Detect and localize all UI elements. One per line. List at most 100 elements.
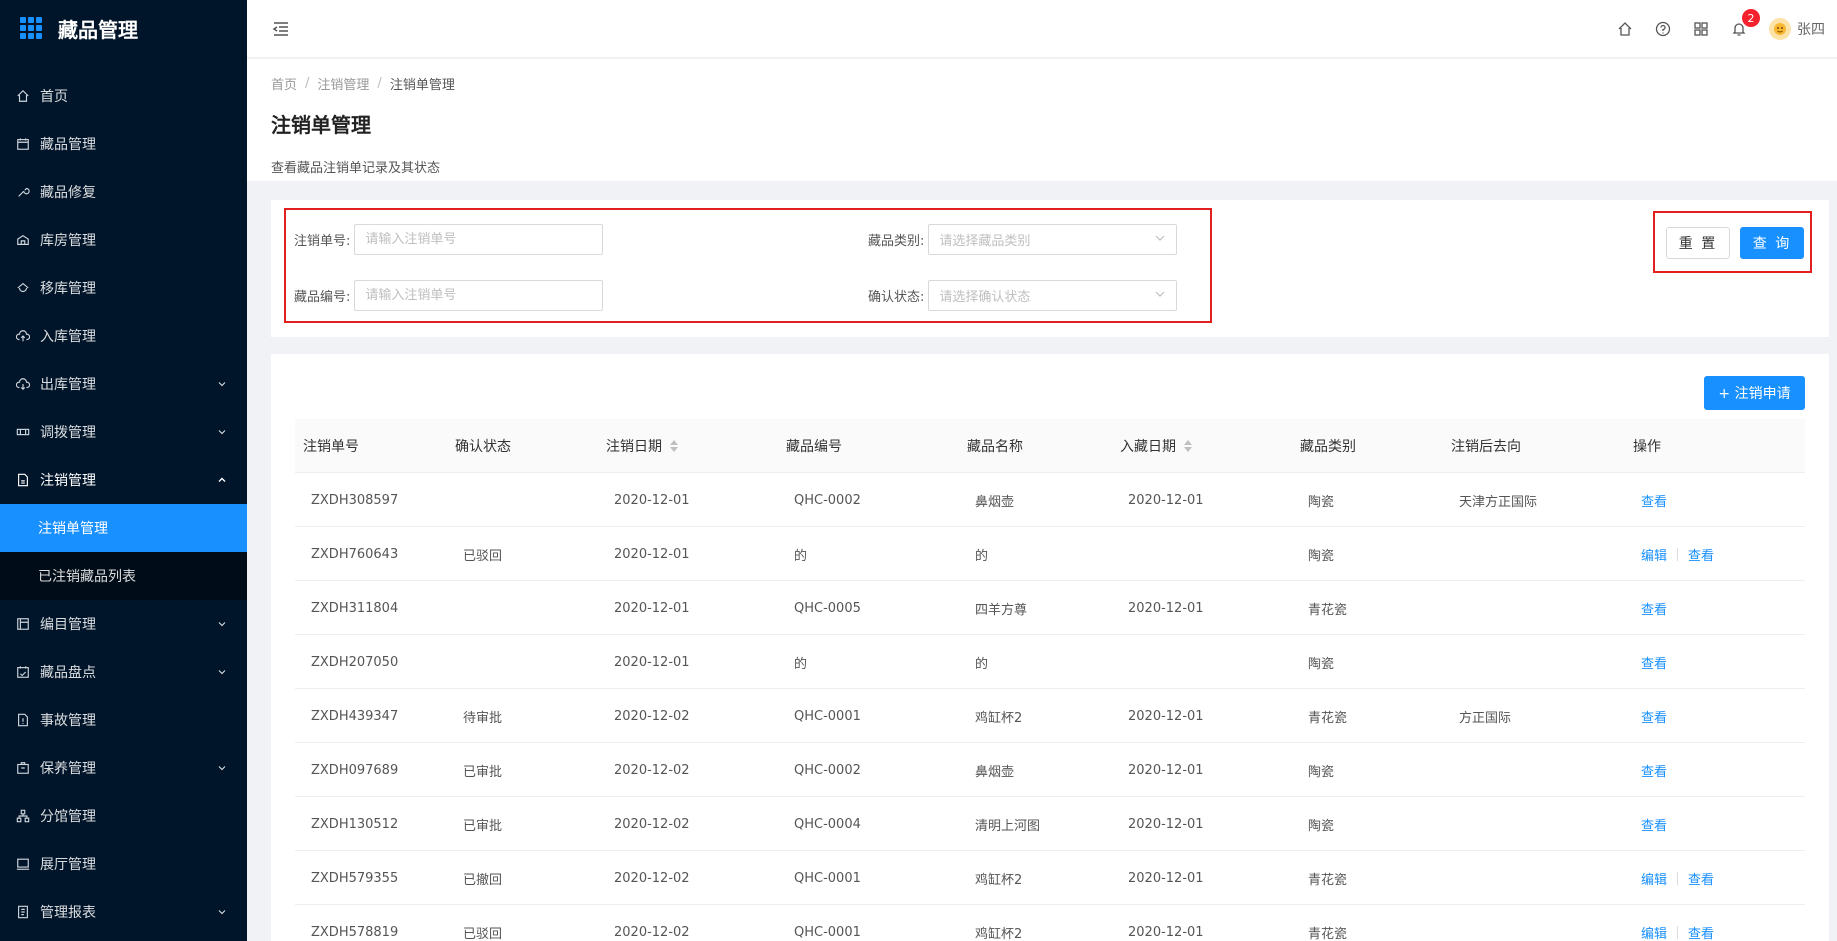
view-link[interactable]: 查看: [1688, 869, 1714, 888]
home-icon: [16, 89, 30, 103]
edit-link[interactable]: 编辑: [1641, 923, 1667, 941]
sidebar-item-maintenance[interactable]: 保养管理: [0, 744, 247, 792]
table-row: ZXDH311804 2020-12-01 QHC-0005 四羊方尊 2020…: [295, 581, 1805, 635]
view-link[interactable]: 查看: [1688, 545, 1714, 564]
view-link[interactable]: 查看: [1641, 653, 1667, 672]
sidebar-item-label: 藏品盘点: [40, 665, 96, 681]
logo[interactable]: 藏品管理: [0, 0, 247, 56]
wrench-icon: [16, 185, 30, 199]
query-button[interactable]: 查 询: [1740, 227, 1804, 259]
view-link[interactable]: 查看: [1641, 707, 1667, 726]
view-link[interactable]: 查看: [1641, 491, 1667, 510]
column-header: 藏品类别: [1300, 438, 1356, 455]
cell-category: 青花瓷: [1308, 710, 1348, 726]
sidebar-item-warehouse[interactable]: 库房管理: [0, 216, 247, 264]
cell-name: 的: [975, 656, 989, 672]
item-no-input[interactable]: [354, 280, 604, 311]
add-cancellation-button[interactable]: + 注销申请: [1704, 376, 1805, 410]
view-link[interactable]: 查看: [1641, 815, 1667, 834]
sidebar-item-cancelled-items[interactable]: 已注销藏品列表: [0, 552, 247, 600]
cell-entry-date: 2020-12-01: [1128, 492, 1204, 508]
sidebar-item-collections[interactable]: 藏品管理: [0, 120, 247, 168]
cell-category: 青花瓷: [1308, 872, 1348, 888]
cell-entry-date: 2020-12-01: [1128, 924, 1204, 940]
avatar[interactable]: [1769, 18, 1791, 40]
sidebar-item-inventory[interactable]: 藏品盘点: [0, 648, 247, 696]
sidebar-item-label: 编目管理: [40, 617, 96, 633]
sidebar-item-reports[interactable]: 管理报表: [0, 888, 247, 936]
breadcrumb-item[interactable]: 首页: [271, 74, 297, 93]
category-label: 藏品类别:: [868, 234, 925, 249]
table-card: + 注销申请 注销单号 确认状态 注销日期 藏品编号 藏品名称 入藏日期 藏品类…: [271, 354, 1829, 941]
view-link[interactable]: 查看: [1641, 599, 1667, 618]
breadcrumb-item[interactable]: 注销管理: [317, 74, 369, 93]
cell-item-no: 的: [794, 548, 808, 564]
sidebar-item-outbound[interactable]: 出库管理: [0, 360, 247, 408]
user-name[interactable]: 张四: [1797, 19, 1825, 39]
order-no-input[interactable]: [354, 224, 604, 255]
reset-button[interactable]: 重 置: [1666, 227, 1730, 259]
bell-icon[interactable]: 2: [1731, 8, 1761, 37]
cloud-download-icon: [16, 377, 30, 391]
column-header-sortable[interactable]: 注销日期: [606, 436, 678, 456]
view-link[interactable]: 查看: [1641, 761, 1667, 780]
cell-name: 的: [975, 548, 989, 564]
cell-entry-date: 2020-12-01: [1128, 600, 1204, 616]
sidebar-item-label: 移库管理: [40, 281, 96, 297]
cell-destination: 天津方正国际: [1459, 494, 1538, 510]
sidebar-item-label: 调拨管理: [40, 425, 96, 441]
cell-name: 鼻烟壶: [975, 764, 1015, 780]
table-header: 注销单号 确认状态 注销日期 藏品编号 藏品名称 入藏日期 藏品类别 注销后去向…: [295, 419, 1805, 473]
sidebar-item-incident[interactable]: 事故管理: [0, 696, 247, 744]
cell-order-no: ZXDH439347: [311, 708, 399, 724]
sort-icon[interactable]: [670, 439, 678, 452]
chevron-down-icon: [217, 619, 227, 629]
column-header: 操作: [1633, 438, 1661, 455]
sidebar-item-repair[interactable]: 藏品修复: [0, 168, 247, 216]
sidebar-item-exhibition[interactable]: 展厅管理: [0, 840, 247, 888]
cancellation-submenu: 注销单管理 已注销藏品列表: [0, 504, 247, 600]
app-title: 藏品管理: [58, 17, 138, 42]
cell-category: 青花瓷: [1308, 602, 1348, 618]
sidebar-item-branch[interactable]: 分馆管理: [0, 792, 247, 840]
category-select[interactable]: 请选择藏品类别: [928, 224, 1178, 255]
sidebar-item-label: 事故管理: [40, 713, 96, 729]
chevron-up-icon: [217, 475, 227, 485]
apps-icon[interactable]: [1693, 21, 1709, 37]
move-icon: [16, 281, 30, 295]
sidebar-menu: 首页 藏品管理 藏品修复 库房管理 移库管理 入库管理 出库管理 调拨管理 注销…: [0, 72, 247, 936]
sort-icon[interactable]: [1184, 439, 1192, 452]
chevron-down-icon: [1154, 232, 1166, 248]
monitor-icon: [16, 857, 30, 871]
column-header: 藏品名称: [967, 438, 1023, 455]
cell-order-no: ZXDH097689: [311, 762, 399, 778]
page-title: 注销单管理: [271, 113, 371, 137]
sidebar-item-label: 入库管理: [40, 329, 96, 345]
column-header: 注销后去向: [1451, 438, 1521, 455]
sidebar-item-inbound[interactable]: 入库管理: [0, 312, 247, 360]
sidebar-item-transfer[interactable]: 调拨管理: [0, 408, 247, 456]
sidebar-item-cancellation-orders[interactable]: 注销单管理: [0, 504, 247, 552]
sidebar-item-cancellation[interactable]: 注销管理: [0, 456, 247, 504]
sidebar-item-home[interactable]: 首页: [0, 72, 247, 120]
cell-order-no: ZXDH207050: [311, 654, 399, 670]
menu-fold-icon[interactable]: [271, 19, 291, 39]
cell-entry-date: 2020-12-01: [1128, 762, 1204, 778]
order-no-label: 注销单号:: [294, 234, 351, 249]
cell-actions: 编辑 查看: [1641, 527, 1714, 581]
search-buttons-highlight: 重 置 查 询: [1653, 211, 1812, 273]
sidebar-item-catalog[interactable]: 编目管理: [0, 600, 247, 648]
home-icon[interactable]: [1617, 21, 1633, 37]
cell-actions: 查看: [1641, 473, 1667, 527]
status-select[interactable]: 请选择确认状态: [928, 280, 1178, 311]
chevron-down-icon: [217, 667, 227, 677]
column-header-sortable[interactable]: 入藏日期: [1120, 436, 1192, 456]
help-icon[interactable]: [1655, 21, 1671, 37]
warehouse-icon: [16, 233, 30, 247]
cell-date: 2020-12-01: [614, 654, 690, 670]
sidebar-item-label: 管理报表: [40, 905, 96, 921]
edit-link[interactable]: 编辑: [1641, 545, 1667, 564]
sidebar-item-move[interactable]: 移库管理: [0, 264, 247, 312]
edit-link[interactable]: 编辑: [1641, 869, 1667, 888]
view-link[interactable]: 查看: [1688, 923, 1714, 941]
